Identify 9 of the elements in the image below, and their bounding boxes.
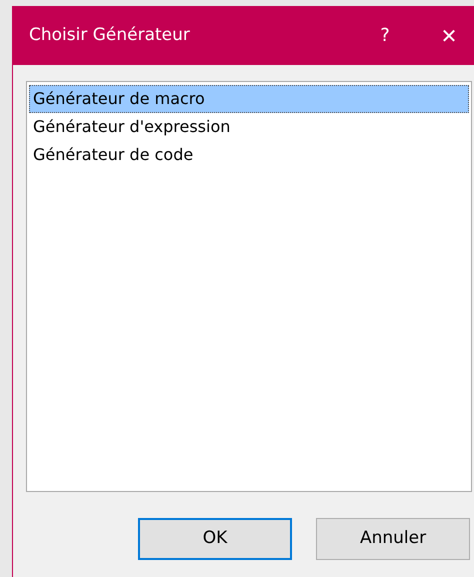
dialog-button[interactable]: OK [138, 518, 292, 560]
close-button[interactable]: ✕ [426, 16, 472, 56]
list-item[interactable]: Générateur d'expression [29, 113, 469, 141]
list-item[interactable]: Générateur de macro [29, 85, 469, 113]
list-item[interactable]: Générateur de code [29, 141, 469, 169]
dialog-button[interactable]: Annuler [316, 518, 470, 560]
window-title: Choisir Générateur [29, 24, 191, 47]
help-button[interactable]: ? [362, 16, 408, 56]
list-box[interactable]: Générateur de macro Générateur d'expression Générateur de code [26, 81, 472, 492]
